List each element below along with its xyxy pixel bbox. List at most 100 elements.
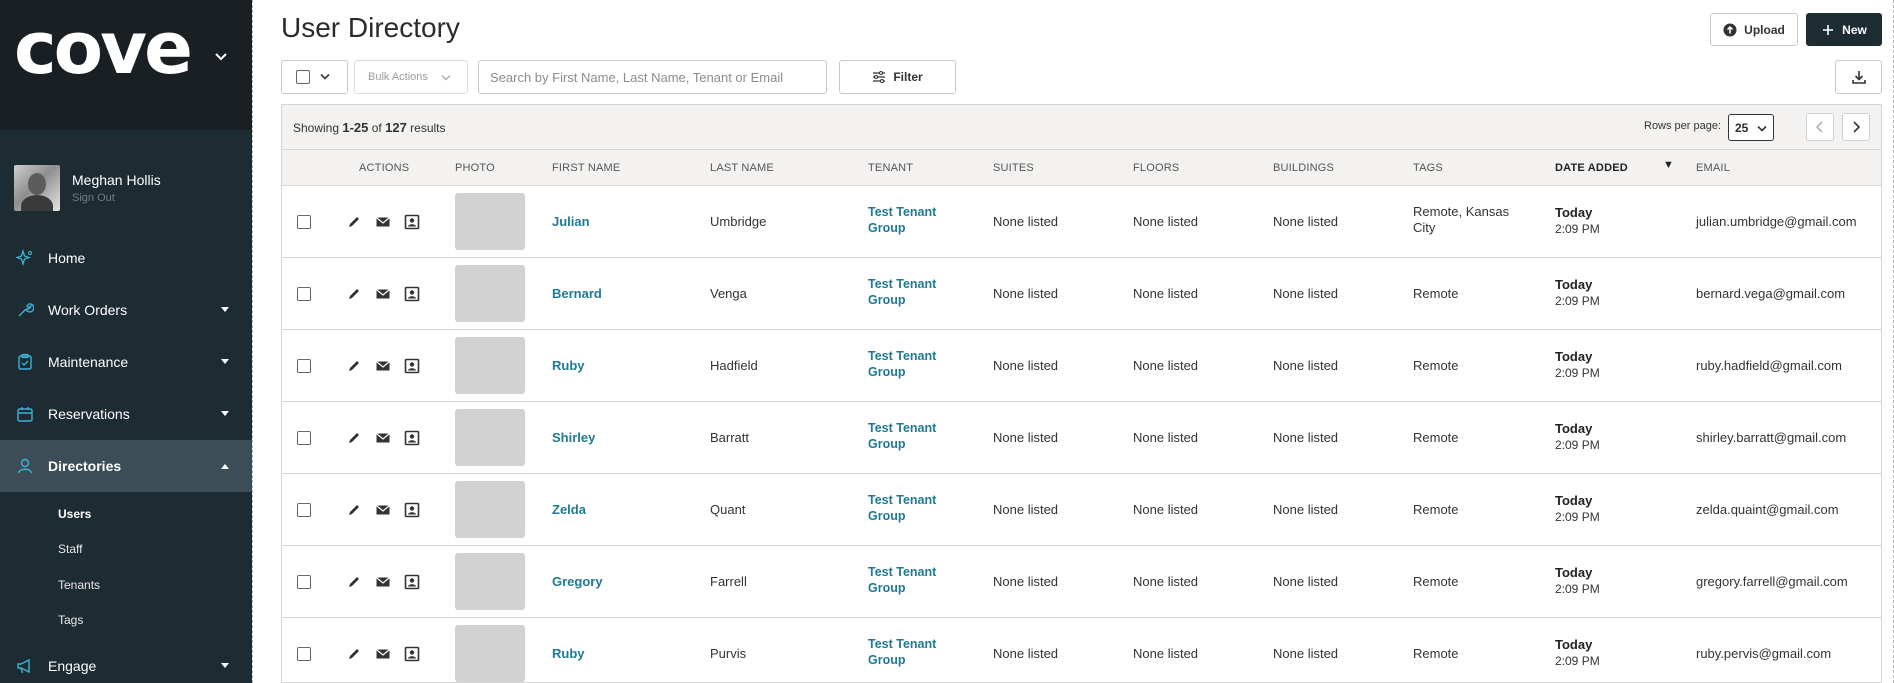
contact-card-icon[interactable] [404, 502, 420, 518]
subnav-item-staff[interactable]: Staff [58, 532, 252, 568]
main-content: User Directory Upload New Bulk Actions F… [252, 0, 1894, 683]
nav-item-engage[interactable]: Engage [0, 640, 252, 683]
floors: None listed [1133, 358, 1199, 373]
sparkle-icon [16, 249, 32, 267]
rows-per-page-select[interactable]: 25 [1728, 114, 1774, 141]
nav-item-home[interactable]: Home [0, 232, 252, 284]
subnav-item-users[interactable]: Users [58, 496, 252, 532]
select-all-dropdown[interactable] [281, 60, 348, 94]
chevron-down-icon[interactable] [214, 50, 228, 64]
nav-item-directories[interactable]: Directories [0, 440, 252, 492]
results-panel: Showing 1-25 of 127 results Rows per pag… [281, 104, 1882, 683]
edit-pencil-icon[interactable] [346, 214, 362, 230]
caret-down-icon [221, 307, 229, 312]
tenant-link[interactable]: Test Tenant Group [868, 564, 948, 596]
edit-pencil-icon[interactable] [346, 286, 362, 302]
sign-out-link[interactable]: Sign Out [72, 192, 161, 204]
header-tenant[interactable]: TENANT [868, 162, 913, 174]
contact-card-icon[interactable] [404, 646, 420, 662]
tenant-link[interactable]: Test Tenant Group [868, 204, 948, 236]
cove-logo[interactable]: cove [14, 12, 193, 84]
nav-label: Engage [48, 658, 97, 674]
row-checkbox[interactable] [297, 647, 311, 661]
edit-pencil-icon[interactable] [346, 646, 362, 662]
header-suites[interactable]: SUITES [993, 162, 1034, 174]
contact-card-icon[interactable] [404, 358, 420, 374]
last-name: Quant [710, 502, 746, 517]
edit-pencil-icon[interactable] [346, 502, 362, 518]
nav-label: Home [48, 250, 86, 266]
caret-down-icon [221, 359, 229, 364]
mail-icon[interactable] [375, 214, 391, 230]
download-button[interactable] [1835, 60, 1882, 94]
mail-icon[interactable] [375, 286, 391, 302]
filter-label: Filter [893, 70, 923, 84]
prev-page-button[interactable] [1806, 113, 1834, 141]
header-last-name[interactable]: LAST NAME [710, 162, 774, 174]
next-page-button[interactable] [1842, 113, 1870, 141]
mail-icon[interactable] [375, 574, 391, 590]
tenant-link[interactable]: Test Tenant Group [868, 420, 948, 452]
user-photo-placeholder [455, 409, 525, 466]
filter-button[interactable]: Filter [839, 60, 956, 94]
row-checkbox[interactable] [297, 215, 311, 229]
header-tags[interactable]: TAGS [1413, 162, 1443, 174]
header-buildings[interactable]: BUILDINGS [1273, 162, 1334, 174]
date-day: Today [1555, 565, 1593, 580]
upload-button[interactable]: Upload [1710, 13, 1798, 46]
floors: None listed [1133, 214, 1199, 229]
row-checkbox[interactable] [297, 431, 311, 445]
row-checkbox[interactable] [297, 359, 311, 373]
sort-desc-icon[interactable]: ▼ [1663, 159, 1674, 171]
tenant-link[interactable]: Test Tenant Group [868, 636, 948, 668]
contact-card-icon[interactable] [404, 286, 420, 302]
select-all-checkbox[interactable] [296, 70, 310, 84]
avatar [14, 165, 60, 211]
profile-name: Meghan Hollis [72, 172, 161, 188]
first-name-link[interactable]: Bernard [552, 286, 602, 301]
first-name-link[interactable]: Ruby [552, 646, 585, 661]
directories-subnav: Users Staff Tenants Tags [0, 492, 252, 640]
header-date-added[interactable]: DATE ADDED [1555, 162, 1628, 174]
row-checkbox[interactable] [297, 503, 311, 517]
chevron-down-icon [441, 75, 451, 81]
first-name-link[interactable]: Ruby [552, 358, 585, 373]
mail-icon[interactable] [375, 358, 391, 374]
row-checkbox[interactable] [297, 287, 311, 301]
tenant-link[interactable]: Test Tenant Group [868, 348, 948, 380]
mail-icon[interactable] [375, 502, 391, 518]
row-checkbox[interactable] [297, 575, 311, 589]
date-day: Today [1555, 205, 1593, 220]
edit-pencil-icon[interactable] [346, 574, 362, 590]
subnav-item-tenants[interactable]: Tenants [58, 567, 252, 603]
first-name-link[interactable]: Zelda [552, 502, 586, 517]
last-name: Farrell [710, 574, 747, 589]
tenant-link[interactable]: Test Tenant Group [868, 492, 948, 524]
new-button[interactable]: New [1806, 13, 1882, 46]
bulk-actions-dropdown[interactable]: Bulk Actions [354, 60, 468, 94]
tenant-link[interactable]: Test Tenant Group [868, 276, 948, 308]
header-email[interactable]: EMAIL [1696, 162, 1730, 174]
mail-icon[interactable] [375, 430, 391, 446]
suites: None listed [993, 502, 1059, 517]
first-name-link[interactable]: Gregory [552, 574, 603, 589]
table-row: Gregory Farrell Test Tenant Group None l… [282, 546, 1881, 618]
search-input[interactable] [478, 60, 827, 94]
contact-card-icon[interactable] [404, 574, 420, 590]
nav-item-reservations[interactable]: Reservations [0, 388, 252, 440]
edit-pencil-icon[interactable] [346, 358, 362, 374]
first-name-link[interactable]: Julian [552, 214, 590, 229]
mail-icon[interactable] [375, 646, 391, 662]
date-day: Today [1555, 637, 1593, 652]
nav-item-maintenance[interactable]: Maintenance [0, 336, 252, 388]
contact-card-icon[interactable] [404, 214, 420, 230]
first-name-link[interactable]: Shirley [552, 430, 595, 445]
header-floors[interactable]: FLOORS [1133, 162, 1179, 174]
nav-item-work-orders[interactable]: Work Orders [0, 284, 252, 336]
clipboard-icon [18, 353, 32, 370]
edit-pencil-icon[interactable] [346, 430, 362, 446]
contact-card-icon[interactable] [404, 430, 420, 446]
header-first-name[interactable]: FIRST NAME [552, 162, 620, 174]
megaphone-icon [17, 658, 30, 674]
subnav-item-tags[interactable]: Tags [58, 603, 252, 639]
